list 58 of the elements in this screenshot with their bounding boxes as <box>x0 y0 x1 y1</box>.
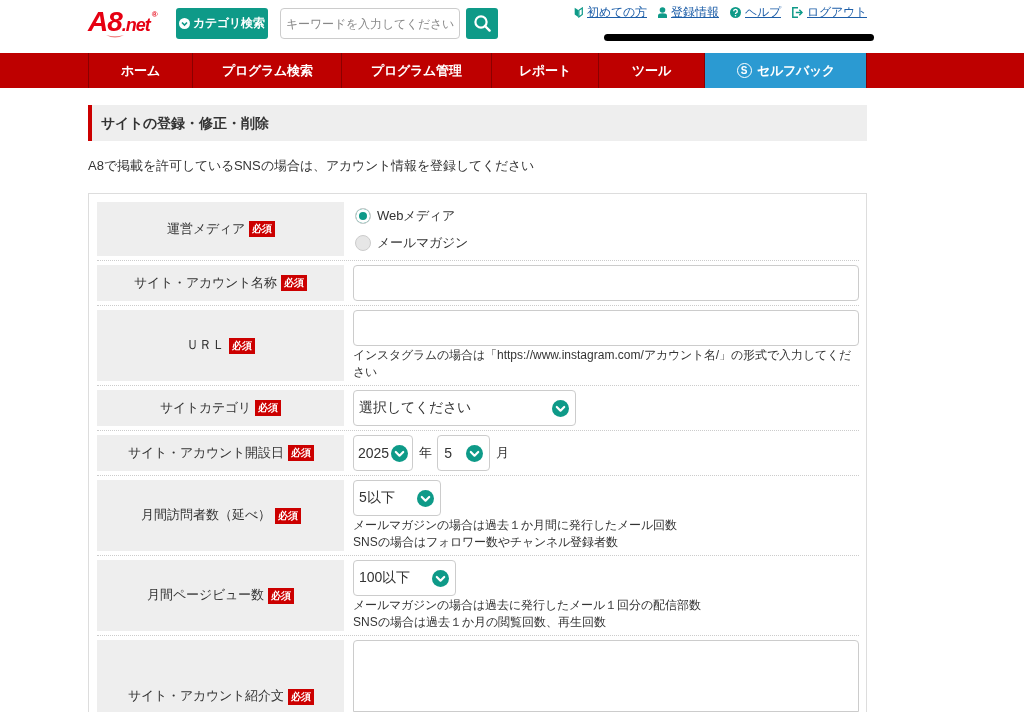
date-unit-label: 月 <box>495 444 509 462</box>
nav-tab[interactable]: プログラム検索 <box>193 53 342 88</box>
nav-tab[interactable]: プログラム管理 <box>342 53 492 88</box>
help-text: メールマガジンの場合は過去に発行したメール１回分の配信部数 <box>353 597 701 614</box>
required-badge: 必須 <box>274 507 301 524</box>
required-badge: 必須 <box>255 400 281 416</box>
search-icon <box>473 15 491 32</box>
category-search-button[interactable]: カテゴリ検索 <box>176 8 268 39</box>
select-dropdown[interactable]: 5以下 <box>353 480 441 516</box>
select-dropdown[interactable]: 2025 <box>353 435 414 471</box>
required-badge: 必須 <box>287 445 314 461</box>
site-logo[interactable]: A8.net$^{®}$ <box>88 8 165 39</box>
chevron-down-icon <box>465 444 483 462</box>
text-input-field[interactable] <box>353 265 859 301</box>
select-dropdown[interactable]: 100以下 <box>353 560 457 596</box>
field-label: サイト・アカウント紹介文 <box>127 688 284 705</box>
header-link[interactable]: ログアウト <box>792 4 867 20</box>
header-link[interactable]: 初めての方 <box>574 4 647 20</box>
required-badge: 必須 <box>229 337 255 354</box>
help-text: SNSの場合はフォロワー数やチャンネル登録者数 <box>353 534 618 551</box>
help-icon <box>730 6 741 18</box>
user-icon <box>658 6 667 18</box>
required-badge: 必須 <box>287 689 314 705</box>
header-link[interactable]: 登録情報 <box>658 4 719 20</box>
select-dropdown[interactable]: 選択してください <box>353 390 576 426</box>
search-field[interactable]: キーワードを入力してください <box>280 8 460 39</box>
field-label: サイトカテゴリ <box>160 399 251 417</box>
radio-option[interactable]: メールマガジン <box>353 229 468 256</box>
required-badge: 必須 <box>281 275 307 291</box>
help-text: メールマガジンの場合は過去１か月間に発行したメール回数 <box>353 517 677 534</box>
radio-option[interactable]: Webメディア <box>353 202 456 229</box>
chevron-down-icon <box>391 444 409 462</box>
field-label: サイト・アカウント開設日 <box>127 444 284 462</box>
section-heading: サイトの登録・修正・削除 <box>88 105 867 141</box>
field-label: ＵＲＬ <box>186 337 225 354</box>
logout-icon <box>792 6 803 18</box>
field-label: 月間ページビュー数 <box>147 587 264 604</box>
help-text: SNSの場合は過去１か月の閲覧回数、再生回数 <box>353 614 606 631</box>
text-input-field[interactable] <box>353 310 859 346</box>
chevron-down-icon <box>179 18 190 29</box>
nav-tab[interactable]: ホーム <box>88 53 193 88</box>
nav-tab[interactable]: レポート <box>492 53 599 88</box>
required-badge: 必須 <box>268 587 294 604</box>
chevron-down-icon <box>552 399 569 417</box>
chevron-down-icon <box>432 569 450 587</box>
search-button[interactable] <box>466 8 498 39</box>
field-label: 運営メディア <box>166 220 245 238</box>
header-link[interactable]: ヘルプ <box>730 4 781 20</box>
field-label: 月間訪問者数（延べ） <box>140 507 271 524</box>
intro-text: A8で掲載を許可しているSNSの場合は、アカウント情報を登録してください <box>88 157 535 175</box>
textarea-field[interactable] <box>353 640 859 712</box>
help-text: インスタグラムの場合は「https://www.instagram.com/アカウント名/」の形式で入力してください <box>353 347 853 381</box>
chevron-down-icon <box>416 489 434 507</box>
leaf-icon <box>574 6 583 18</box>
field-label: サイト・アカウント名称 <box>134 274 277 292</box>
select-dropdown[interactable]: 5 <box>437 435 490 471</box>
date-unit-label: 年 <box>419 444 433 462</box>
required-badge: 必須 <box>248 221 275 237</box>
